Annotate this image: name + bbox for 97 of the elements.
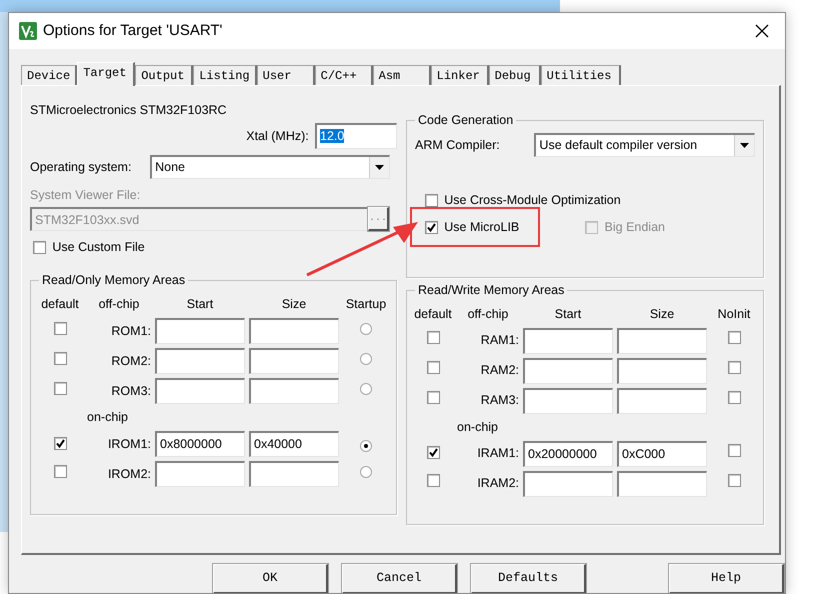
checkbox[interactable] (728, 391, 740, 404)
tab[interactable]: Utilities (540, 65, 621, 85)
column-header: default (40, 296, 80, 314)
input-field[interactable] (155, 378, 245, 404)
input-field[interactable] (249, 348, 339, 374)
tab[interactable]: Target (77, 62, 136, 86)
input-field[interactable]: 0xC000 (617, 440, 707, 466)
section-label: on-chip (87, 409, 129, 426)
checkbox[interactable] (426, 474, 440, 488)
input-field[interactable] (155, 460, 245, 487)
checkbox-label[interactable]: Use Cross-Module Optimization (444, 191, 621, 210)
checkbox[interactable] (425, 194, 438, 207)
radio-button[interactable] (360, 322, 372, 335)
column-header: Start (554, 306, 582, 323)
column-header: off-chip (98, 296, 140, 314)
checkbox[interactable] (54, 382, 66, 395)
close-icon[interactable] (755, 24, 769, 38)
row-label: ROM3: (110, 382, 151, 400)
row-label: RAM2: (480, 362, 519, 380)
column-header: Startup (344, 296, 388, 314)
field-label: Operating system: (30, 158, 132, 176)
input-field[interactable] (249, 318, 339, 344)
column-header: NoInit (716, 306, 752, 323)
checkbox[interactable] (54, 352, 66, 365)
checkbox[interactable] (728, 361, 740, 374)
row-label: IROM2: (106, 466, 151, 482)
input-field[interactable]: 0x20000000 (523, 440, 613, 466)
column-header: Size (648, 306, 676, 323)
dialog-button[interactable]: OK (213, 564, 328, 593)
group-title: Read/Write Memory Areas (415, 282, 568, 298)
checkbox[interactable] (54, 436, 66, 450)
tab[interactable]: Debug (488, 65, 541, 85)
radio-button[interactable] (360, 466, 372, 478)
field-label: System Viewer File: (30, 186, 142, 204)
checkbox[interactable] (425, 220, 438, 234)
input-field[interactable] (523, 358, 613, 384)
input-field[interactable] (523, 470, 613, 496)
checkbox-label[interactable]: Use Custom File (52, 238, 145, 256)
device-name: STMicroelectronics STM32F103RC (30, 102, 228, 120)
dialog-button[interactable]: Help (669, 564, 784, 593)
checkbox-label[interactable]: Use MicroLIB (444, 218, 520, 236)
row-label: IRAM1: (476, 445, 519, 462)
caret-icon (740, 143, 749, 148)
tab[interactable]: User (256, 65, 315, 85)
tab[interactable]: Asm (372, 65, 431, 85)
checkbox[interactable] (33, 240, 46, 254)
checkbox[interactable] (728, 474, 740, 488)
tab[interactable]: C/C++ (314, 65, 373, 85)
checkbox[interactable] (426, 446, 440, 460)
input-field[interactable] (617, 328, 707, 354)
section-label: on-chip (457, 418, 499, 436)
input-field[interactable] (523, 388, 613, 414)
input-field[interactable] (155, 318, 245, 344)
xtal-field[interactable]: 12.0 (315, 123, 397, 149)
row-label: ROM2: (110, 352, 151, 370)
caret-icon (375, 165, 384, 170)
row-label: IROM1: (106, 436, 151, 452)
column-header: default (413, 306, 453, 323)
checkbox[interactable] (54, 322, 66, 335)
input-field[interactable] (617, 470, 707, 496)
tab[interactable]: Output (135, 65, 194, 85)
input-field[interactable] (617, 358, 707, 384)
radio-button[interactable] (360, 440, 372, 452)
dialog-button[interactable]: Cancel (342, 564, 457, 593)
app-icon (19, 22, 37, 40)
input-field[interactable]: 0x40000 (249, 430, 339, 457)
dialog-button[interactable]: Defaults (471, 564, 586, 593)
checkbox[interactable] (728, 444, 740, 458)
tab[interactable]: Linker (430, 65, 489, 85)
input-field[interactable] (617, 388, 707, 414)
tab[interactable]: Device (21, 65, 78, 85)
field-label: Xtal (MHz): (246, 128, 309, 145)
column-header: Size (280, 296, 308, 314)
radio-button[interactable] (360, 352, 372, 365)
group-title: Read/Only Memory Areas (39, 272, 188, 288)
input-field[interactable]: 0x8000000 (155, 430, 245, 457)
input-field[interactable] (249, 378, 339, 404)
checkbox[interactable] (426, 361, 440, 374)
tab[interactable]: Listing (193, 65, 257, 85)
radio-button[interactable] (360, 382, 372, 395)
checkbox[interactable] (728, 331, 740, 344)
input-field[interactable] (249, 460, 339, 487)
input-field[interactable] (523, 328, 613, 354)
checkbox[interactable] (426, 391, 440, 404)
column-header: off-chip (466, 306, 510, 323)
checkbox[interactable] (54, 464, 66, 478)
field-label: ARM Compiler: (415, 136, 501, 154)
row-label: ROM1: (110, 322, 151, 340)
checkbox[interactable] (426, 331, 440, 344)
dropdown[interactable]: Use default compiler version (534, 133, 755, 157)
input-field[interactable] (155, 348, 245, 374)
column-header: Start (186, 296, 214, 314)
row-label: IRAM2: (476, 475, 519, 492)
window-title: Options for Target 'USART' (43, 20, 224, 41)
row-label: RAM3: (480, 392, 519, 410)
row-label: RAM1: (480, 332, 519, 350)
dropdown[interactable]: None (150, 155, 390, 180)
